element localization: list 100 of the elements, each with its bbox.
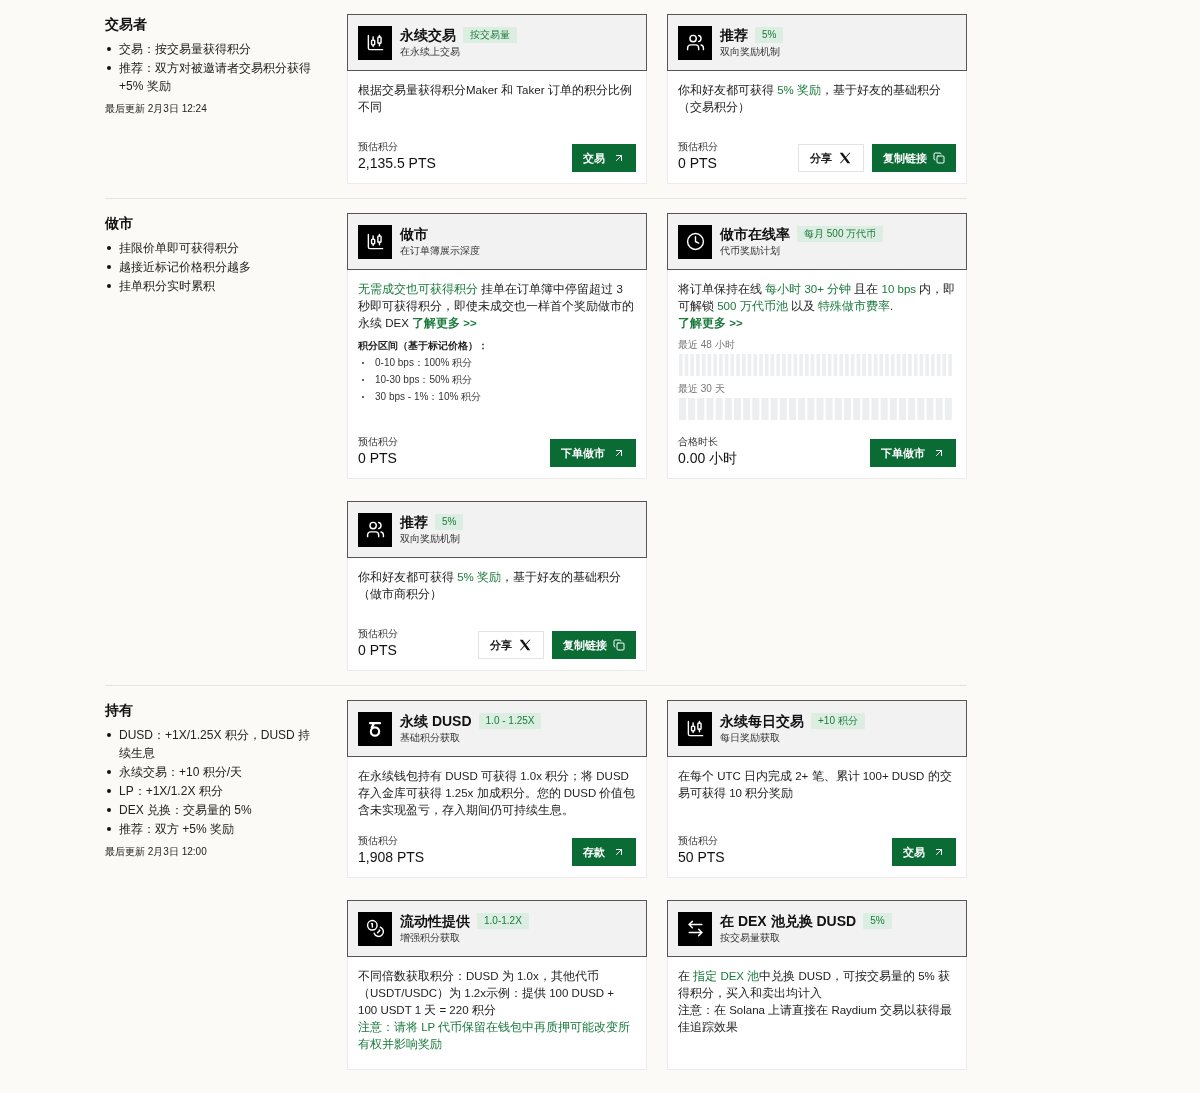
last-updated: 最后更新 2月3日 12:24 [105,102,208,116]
action-button[interactable]: 下单做市 [870,439,956,467]
bullet-text: 推荐：双方对被邀请者交易积分获得 +5% 奖励 [119,60,312,95]
section-title: 做市 [105,214,134,233]
share-button[interactable]: 分享 [478,631,544,659]
bullet-text: 挂单积分实时累积 [119,278,216,295]
card-description: 在永续钱包持有 DUSD 可获得 1.0x 积分；将 DUSD 存入金库可获得 1.25x 加成积分。您的 DUSD 价值包含未实现盈亏，存入期间仍可持续生息。 [358,769,636,818]
card-subtitle: 基础积分获取 [400,731,461,745]
estimate-value: 0 PTS [358,449,398,468]
card-title: 做市在线率 [720,225,790,243]
learn-more-link[interactable]: 了解更多 >> [678,317,743,329]
swap-arrows-icon [685,919,705,938]
x-logo-icon [838,151,852,165]
card-subtitle: 在订单簿展示深度 [400,244,480,258]
card-subtitle: 增强积分获取 [400,931,461,945]
card-description: 无需成交也可获得积分 挂单在订单簿中停留超过 3 秒即可获得积分，即使未成交也一样首个奖励做市的永续 DEX 了解更多 >> [358,282,635,331]
card-description: 在 指定 DEX 池中兑换 DUSD，可按交易量的 5% 获得积分，买入和卖出均计入 [678,969,952,1001]
estimate-value: 0 PTS [678,154,718,173]
copy-link-button[interactable]: 复制链接 [552,631,636,659]
card-badge: 1.0 - 1.25X [478,713,542,729]
bullet-text: 交易：按交易量获得积分 [119,41,252,58]
card-badge: 5% [435,514,464,530]
arrow-up-right-icon [613,152,625,164]
arrow-up-right-icon [933,846,945,858]
copy-link-button[interactable]: 复制链接 [872,144,956,172]
card-title: 做市 [400,225,428,243]
estimate-value: 2,135.5 PTS [358,154,436,173]
card-title: 永续交易 [400,26,456,44]
bullet-text: 永续交易：+10 积分/天 [119,764,244,781]
card-title: 在 DEX 池兑换 DUSD [720,912,857,930]
estimate-label: 预估积分 [358,834,399,848]
estimate-value: 0.00 小时 [678,449,738,468]
bullet-text: LP：+1X/1.2X 积分 [119,783,224,800]
users-icon [685,33,705,52]
card-badge: 每月 500 万代币 [797,226,884,242]
clock-icon [685,232,705,251]
bullet-text: DEX 兑换：交易量的 5% [119,802,253,819]
card-badge: 按交易量 [463,27,517,43]
action-button[interactable]: 下单做市 [550,439,636,467]
card-badge: +10 积分 [811,713,865,729]
tiers-heading: 积分区间（基于标记价格）： [358,339,489,353]
section-title: 交易者 [105,15,148,34]
bullet-text: DUSD：+1X/1.25X 积分，DUSD 持续生息 [119,727,312,762]
candlestick-chart-icon [365,232,385,251]
share-button[interactable]: 分享 [798,144,864,172]
tier-item: 0-10 bps：100% 积分 [375,356,473,370]
card-description: 注意：请将 LP 代币保留在钱包中再质押可能改变所有权并影响奖励 [358,1020,632,1052]
bullet-text: 推荐：双方 +5% 奖励 [119,821,236,838]
candlestick-chart-icon [365,33,385,52]
action-button[interactable]: 交易 [572,144,636,172]
action-button[interactable]: 交易 [892,838,956,866]
candlestick-chart-icon [685,719,705,738]
users-icon [365,520,385,539]
card-description: 你和好友都可获得 5% 奖励，基于好友的基础积分（交易积分） [678,83,943,115]
card-title: 推荐 [720,26,748,44]
estimate-value: 50 PTS [678,848,725,867]
action-button[interactable]: 存款 [572,838,636,866]
tier-item: 10-30 bps：50% 积分 [375,373,473,387]
x-logo-icon [518,638,532,652]
card-title: 推荐 [400,513,428,531]
bullet-text: 越接近标记价格积分越多 [119,259,252,276]
card-badge: 5% [863,913,892,929]
estimate-label: 预估积分 [358,435,398,449]
bullet-text: 挂限价单即可获得积分 [119,240,240,257]
copy-icon [613,639,625,651]
section-title: 持有 [105,701,134,720]
uptime-label: 最近 30 天 [678,382,726,395]
card-title: 永续 DUSD [400,712,472,730]
estimate-value: 0 PTS [358,641,398,660]
coins-icon [365,919,385,938]
card-subtitle: 双向奖励机制 [720,45,781,59]
estimate-value: 1,908 PTS [358,848,425,867]
uptime-label: 最近 48 小时 [678,338,736,351]
card-title: 永续每日交易 [720,712,804,730]
card-description: 你和好友都可获得 5% 奖励，基于好友的基础积分（做市商积分） [358,570,623,602]
estimate-label: 预估积分 [678,834,719,848]
copy-icon [933,152,945,164]
card-description: 根据交易量获得积分Maker 和 Taker 订单的积分比例不同 [358,83,633,115]
card-badge: 5% [755,27,784,43]
estimate-label: 预估积分 [358,140,399,154]
estimate-label: 预估积分 [358,627,398,641]
arrow-up-right-icon [933,447,945,459]
learn-more-link[interactable]: 了解更多 >> [412,317,477,329]
card-subtitle: 双向奖励机制 [400,532,461,546]
tier-item: 30 bps - 1%：10% 积分 [375,390,482,404]
card-badge: 1.0-1.2X [477,913,529,929]
card-description: 注意：在 Solana 上请直接在 Raydium 交易以获得最佳追踪效果 [678,1003,953,1035]
last-updated: 最后更新 2月3日 12:00 [105,845,208,859]
card-title: 流动性提供 [400,912,470,930]
card-subtitle: 代币奖励计划 [720,244,781,258]
card-description: 在每个 UTC 日内完成 2+ 笔、累计 100+ DUSD 的交易可获得 10 积分奖励 [678,769,953,801]
estimate-label: 合格时长 [678,435,719,449]
estimate-label: 预估积分 [678,140,718,154]
card-subtitle: 每日奖励获取 [720,731,781,745]
card-subtitle: 按交易量获取 [720,931,781,945]
card-description: 将订单保持在线 每小时 30+ 分钟 且在 10 bps 内，即可解锁 500 万代币池 以及 特殊做市费率. [678,282,956,314]
card-subtitle: 在永续上交易 [400,45,461,59]
arrow-up-right-icon [613,447,625,459]
card-description: 不同倍数获取积分：DUSD 为 1.0x，其他代币（USDT/USDC）为 1.2x示例：提供 100 DUSD + 100 USDT 1 天 = 220 积分 [358,969,616,1018]
arrow-up-right-icon [613,846,625,858]
